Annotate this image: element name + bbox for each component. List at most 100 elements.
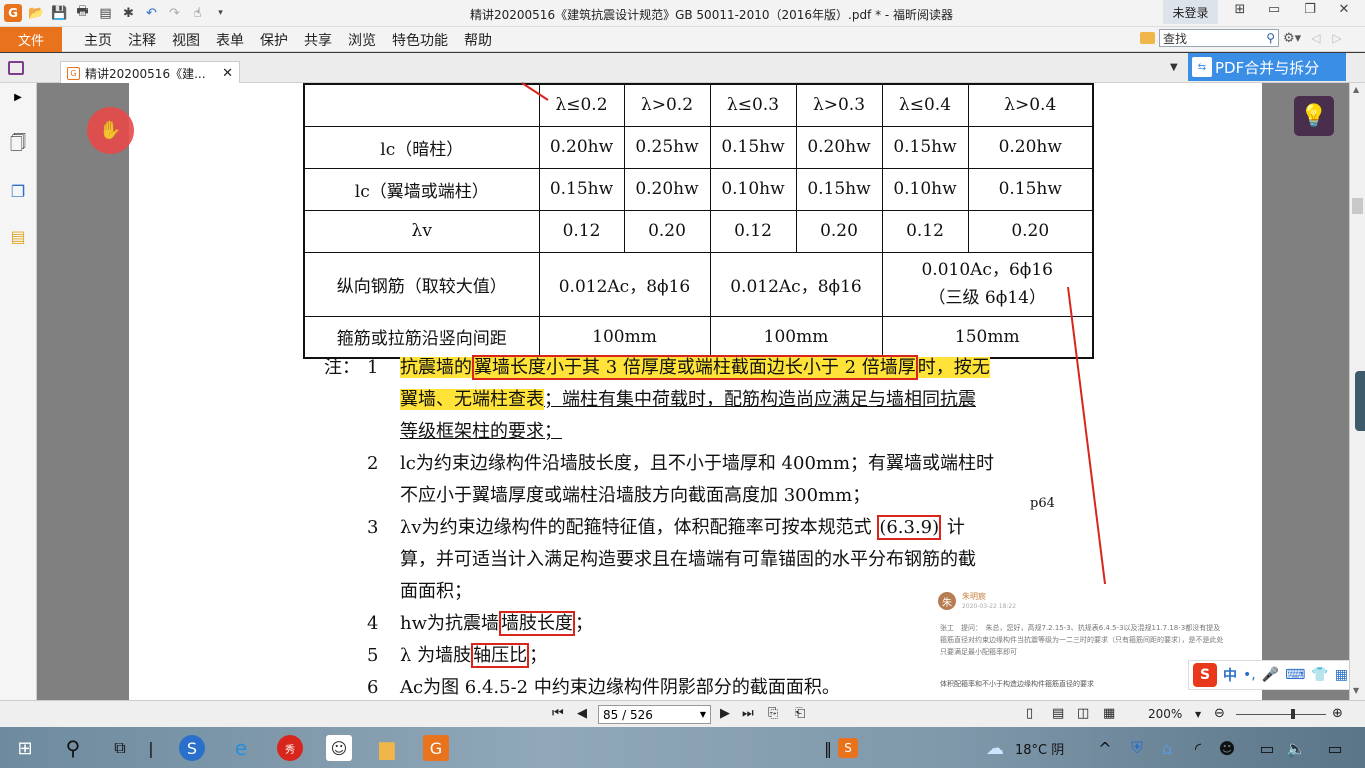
table-cell: 0.20hw (795, 125, 883, 169)
notification-icon[interactable]: ▭ (1322, 735, 1348, 761)
task-view-icon[interactable]: ⧉ (107, 735, 133, 761)
next-page-icon[interactable]: ▶ (720, 706, 730, 721)
undo-icon[interactable]: ↶ (143, 5, 160, 22)
table-cell: 0.012Ac，8ϕ16 (709, 251, 883, 317)
open-folder-icon[interactable]: 📂 (28, 5, 45, 22)
foxit-reader-taskbar-icon[interactable]: G (423, 735, 449, 761)
bookmark-panel-icon[interactable]: 🗍 (8, 133, 28, 155)
tab-list-dropdown-icon[interactable]: ▼ (1170, 62, 1178, 73)
file-menu[interactable]: 文件 (0, 27, 62, 52)
scroll-up-icon[interactable]: ▲ (1353, 85, 1359, 94)
security-shield-icon[interactable]: ⛨ (1124, 735, 1150, 761)
sogou-ime-icon[interactable]: S (1193, 663, 1217, 687)
menu-help[interactable]: 帮助 (456, 30, 500, 50)
side-widget-tab[interactable] (1355, 371, 1365, 431)
zoom-slider-track[interactable] (1236, 714, 1326, 715)
folder-search-icon[interactable] (1140, 32, 1155, 44)
quick-access-toolbar: G 📂 💾 🖶 ▤ ✱ ↶ ↷ ☝ ▾ (4, 4, 229, 22)
ime-mode-label[interactable]: 中 (1223, 665, 1237, 685)
customize-dropdown-icon[interactable]: ▾ (212, 5, 229, 22)
windows-start-icon[interactable]: ⊞ (12, 735, 38, 761)
menu-view[interactable]: 视图 (164, 30, 208, 50)
restore-icon[interactable]: ❐ (1298, 2, 1322, 17)
insert-page-icon[interactable]: ⎗ (795, 706, 805, 721)
weather-text[interactable]: 18°C 阴 (1015, 739, 1064, 758)
print-icon[interactable]: 🖶 (74, 4, 91, 22)
sidebar-toggle-icon[interactable] (8, 61, 24, 75)
forward-arrow-icon[interactable]: ▷ (1332, 31, 1341, 45)
menu-protect[interactable]: 保护 (252, 30, 296, 50)
expand-panel-icon[interactable]: ▶ (8, 87, 28, 107)
file-explorer-icon[interactable]: ▆ (374, 735, 400, 761)
taskbar-separator-icon: | (148, 738, 154, 758)
continuous-facing-view-icon[interactable]: ▦ (1103, 706, 1115, 721)
continuous-view-icon[interactable]: ▤ (1052, 706, 1064, 721)
search-icon[interactable]: ⚲ (1266, 31, 1278, 45)
single-page-view-icon[interactable]: ▯ (1026, 706, 1033, 721)
weather-cloud-icon[interactable]: ☁ (982, 735, 1008, 761)
menu-browse[interactable]: 浏览 (340, 30, 384, 50)
table-cell: 0.15hw (709, 125, 797, 169)
zoom-slider-knob[interactable] (1291, 709, 1295, 719)
zoom-out-icon[interactable]: ⊖ (1214, 706, 1225, 721)
login-button[interactable]: 未登录 (1163, 0, 1218, 24)
menu-comment[interactable]: 注释 (120, 30, 164, 50)
skin-icon[interactable]: 👕 (1311, 667, 1328, 683)
table-cell: 0.25hw (623, 125, 711, 169)
lightbulb-tips-icon[interactable]: 💡 (1294, 96, 1334, 136)
scroll-down-icon[interactable]: ▼ (1353, 686, 1359, 695)
document-tab[interactable]: G 精讲20200516《建... ✕ (60, 61, 240, 84)
minimize-icon[interactable]: ▭ (1262, 2, 1286, 17)
sogou-tray-icon[interactable]: S (838, 738, 858, 758)
page-dropdown-icon[interactable]: ▼ (700, 710, 706, 719)
tray-expand-icon[interactable]: ^ (1092, 735, 1118, 761)
zoom-in-icon[interactable]: ⊕ (1332, 706, 1343, 721)
character-app-icon[interactable]: ☺ (326, 735, 352, 761)
scrollbar-thumb[interactable] (1352, 198, 1363, 214)
table-cell: 0.012Ac，8ϕ16 (538, 251, 711, 317)
tab-close-icon[interactable]: ✕ (222, 66, 239, 81)
highlight-text: 翼墙、无端柱查表 (400, 389, 544, 410)
table-row: λ≤0.2 λ>0.2 λ≤0.3 λ>0.3 λ≤0.4 λ>0.4 (303, 83, 1094, 127)
layout-icon[interactable]: ⊞ (1228, 2, 1252, 17)
extract-page-icon[interactable]: ⎘ (768, 706, 778, 721)
properties-icon[interactable]: ▤ (97, 5, 114, 22)
hand-tool-icon[interactable]: ☝ (189, 5, 206, 22)
qq-icon[interactable]: ☻ (1214, 735, 1240, 761)
comments-panel-icon[interactable]: ▤ (8, 226, 28, 246)
page-number-input[interactable]: 85 / 526 ▼ (598, 705, 711, 724)
zoom-level[interactable]: 200% (1148, 707, 1182, 721)
previous-page-icon[interactable]: ◀ (577, 706, 587, 721)
back-arrow-icon[interactable]: ◁ (1311, 31, 1320, 45)
search-input[interactable]: 查找 ⚲ (1159, 29, 1279, 47)
punctuation-icon[interactable]: •, (1243, 667, 1256, 683)
note-number: 1 (367, 357, 379, 378)
pages-panel-icon[interactable]: ❐ (8, 181, 28, 201)
menu-features[interactable]: 特色功能 (384, 30, 456, 50)
wifi-icon[interactable]: ◜ (1185, 735, 1211, 761)
zoom-dropdown-icon[interactable]: ▼ (1195, 710, 1201, 719)
menu-form[interactable]: 表单 (208, 30, 252, 50)
save-icon[interactable]: 💾 (51, 5, 68, 22)
toolbox-icon[interactable]: ▦ (1335, 667, 1348, 683)
last-page-icon[interactable]: ⏭ (742, 706, 754, 721)
volume-icon[interactable]: 🔈 (1283, 735, 1309, 761)
menu-home[interactable]: 主页 (76, 30, 120, 50)
microphone-icon[interactable]: 🎤 (1262, 667, 1279, 683)
settings-icon[interactable]: ⚙▾ (1283, 31, 1301, 46)
new-icon[interactable]: ✱ (120, 5, 137, 22)
sogou-browser-icon[interactable]: S (179, 735, 205, 761)
edge-browser-icon[interactable]: e (228, 735, 254, 761)
keyboard-icon[interactable]: ⌨ (1285, 667, 1305, 683)
redo-icon[interactable]: ↷ (166, 5, 183, 22)
search-icon[interactable]: ⚲ (60, 735, 86, 761)
facing-view-icon[interactable]: ◫ (1077, 706, 1089, 721)
xiu-app-icon[interactable]: 秀 (277, 735, 303, 761)
close-icon[interactable]: ✕ (1332, 2, 1356, 17)
foxit-logo-icon[interactable]: G (4, 4, 22, 22)
menu-share[interactable]: 共享 (296, 30, 340, 50)
pdf-merge-split-button[interactable]: ⇆ PDF合并与拆分 (1188, 53, 1346, 81)
battery-icon[interactable]: ▭ (1254, 735, 1280, 761)
usb-icon[interactable]: ⌂ (1154, 735, 1180, 761)
first-page-icon[interactable]: ⏮ (552, 706, 564, 721)
